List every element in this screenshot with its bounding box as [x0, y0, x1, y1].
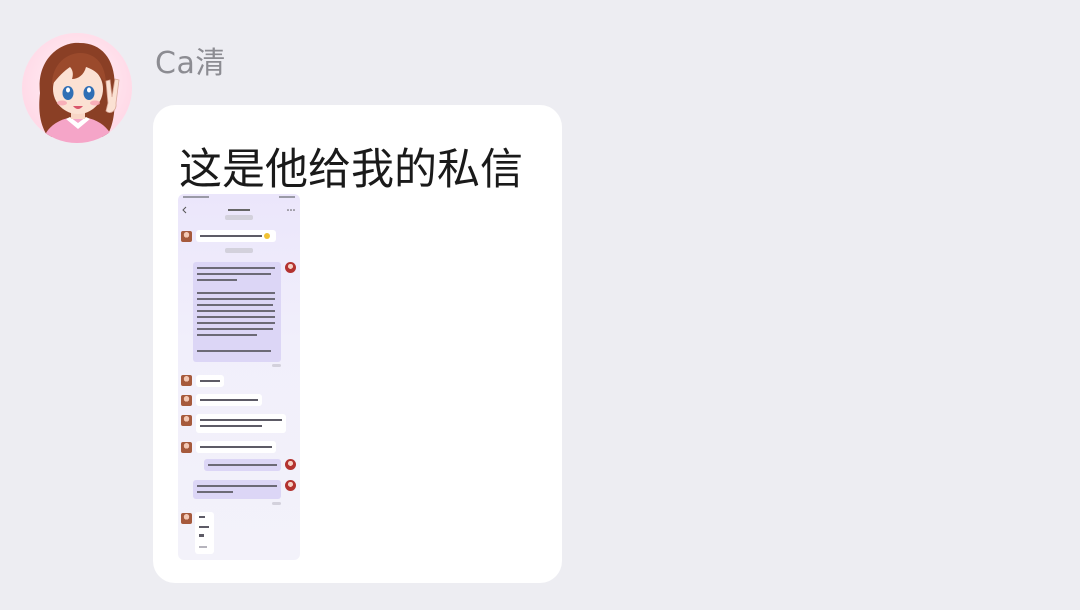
mini-message — [196, 375, 224, 387]
mini-avatar — [181, 395, 192, 406]
mini-read-mark — [272, 364, 281, 367]
message-text: 这是他给我的私信 — [179, 145, 523, 195]
mini-message — [193, 480, 281, 499]
mini-status-bar — [181, 195, 297, 199]
mini-avatar — [181, 513, 192, 524]
mini-back-icon — [182, 206, 295, 214]
mini-message — [193, 262, 281, 362]
mini-timestamp — [225, 215, 253, 220]
mini-avatar — [181, 231, 192, 242]
mini-avatar — [285, 262, 296, 273]
mini-message — [196, 441, 276, 453]
sender-name: Ca清 — [155, 46, 226, 81]
screenshot-thumbnail[interactable] — [178, 194, 300, 560]
mini-message — [196, 414, 286, 433]
mini-message — [204, 459, 281, 471]
mini-avatar — [181, 442, 192, 453]
mini-avatar — [285, 459, 296, 470]
mini-card-message — [195, 512, 214, 554]
mini-message — [196, 394, 262, 406]
mini-nav-bar — [178, 200, 300, 214]
mini-read-mark — [272, 502, 281, 505]
mini-avatar — [285, 480, 296, 491]
mini-message — [196, 230, 276, 242]
message-bubble[interactable]: 这是他给我的私信 — [153, 105, 562, 583]
mini-avatar — [181, 375, 192, 386]
mini-timestamp — [225, 248, 253, 253]
anime-girl-avatar-icon — [22, 33, 132, 143]
mini-avatar — [181, 415, 192, 426]
chat-screen: Ca清 这是他给我的私信 — [0, 0, 1080, 610]
sender-avatar[interactable] — [22, 33, 132, 143]
